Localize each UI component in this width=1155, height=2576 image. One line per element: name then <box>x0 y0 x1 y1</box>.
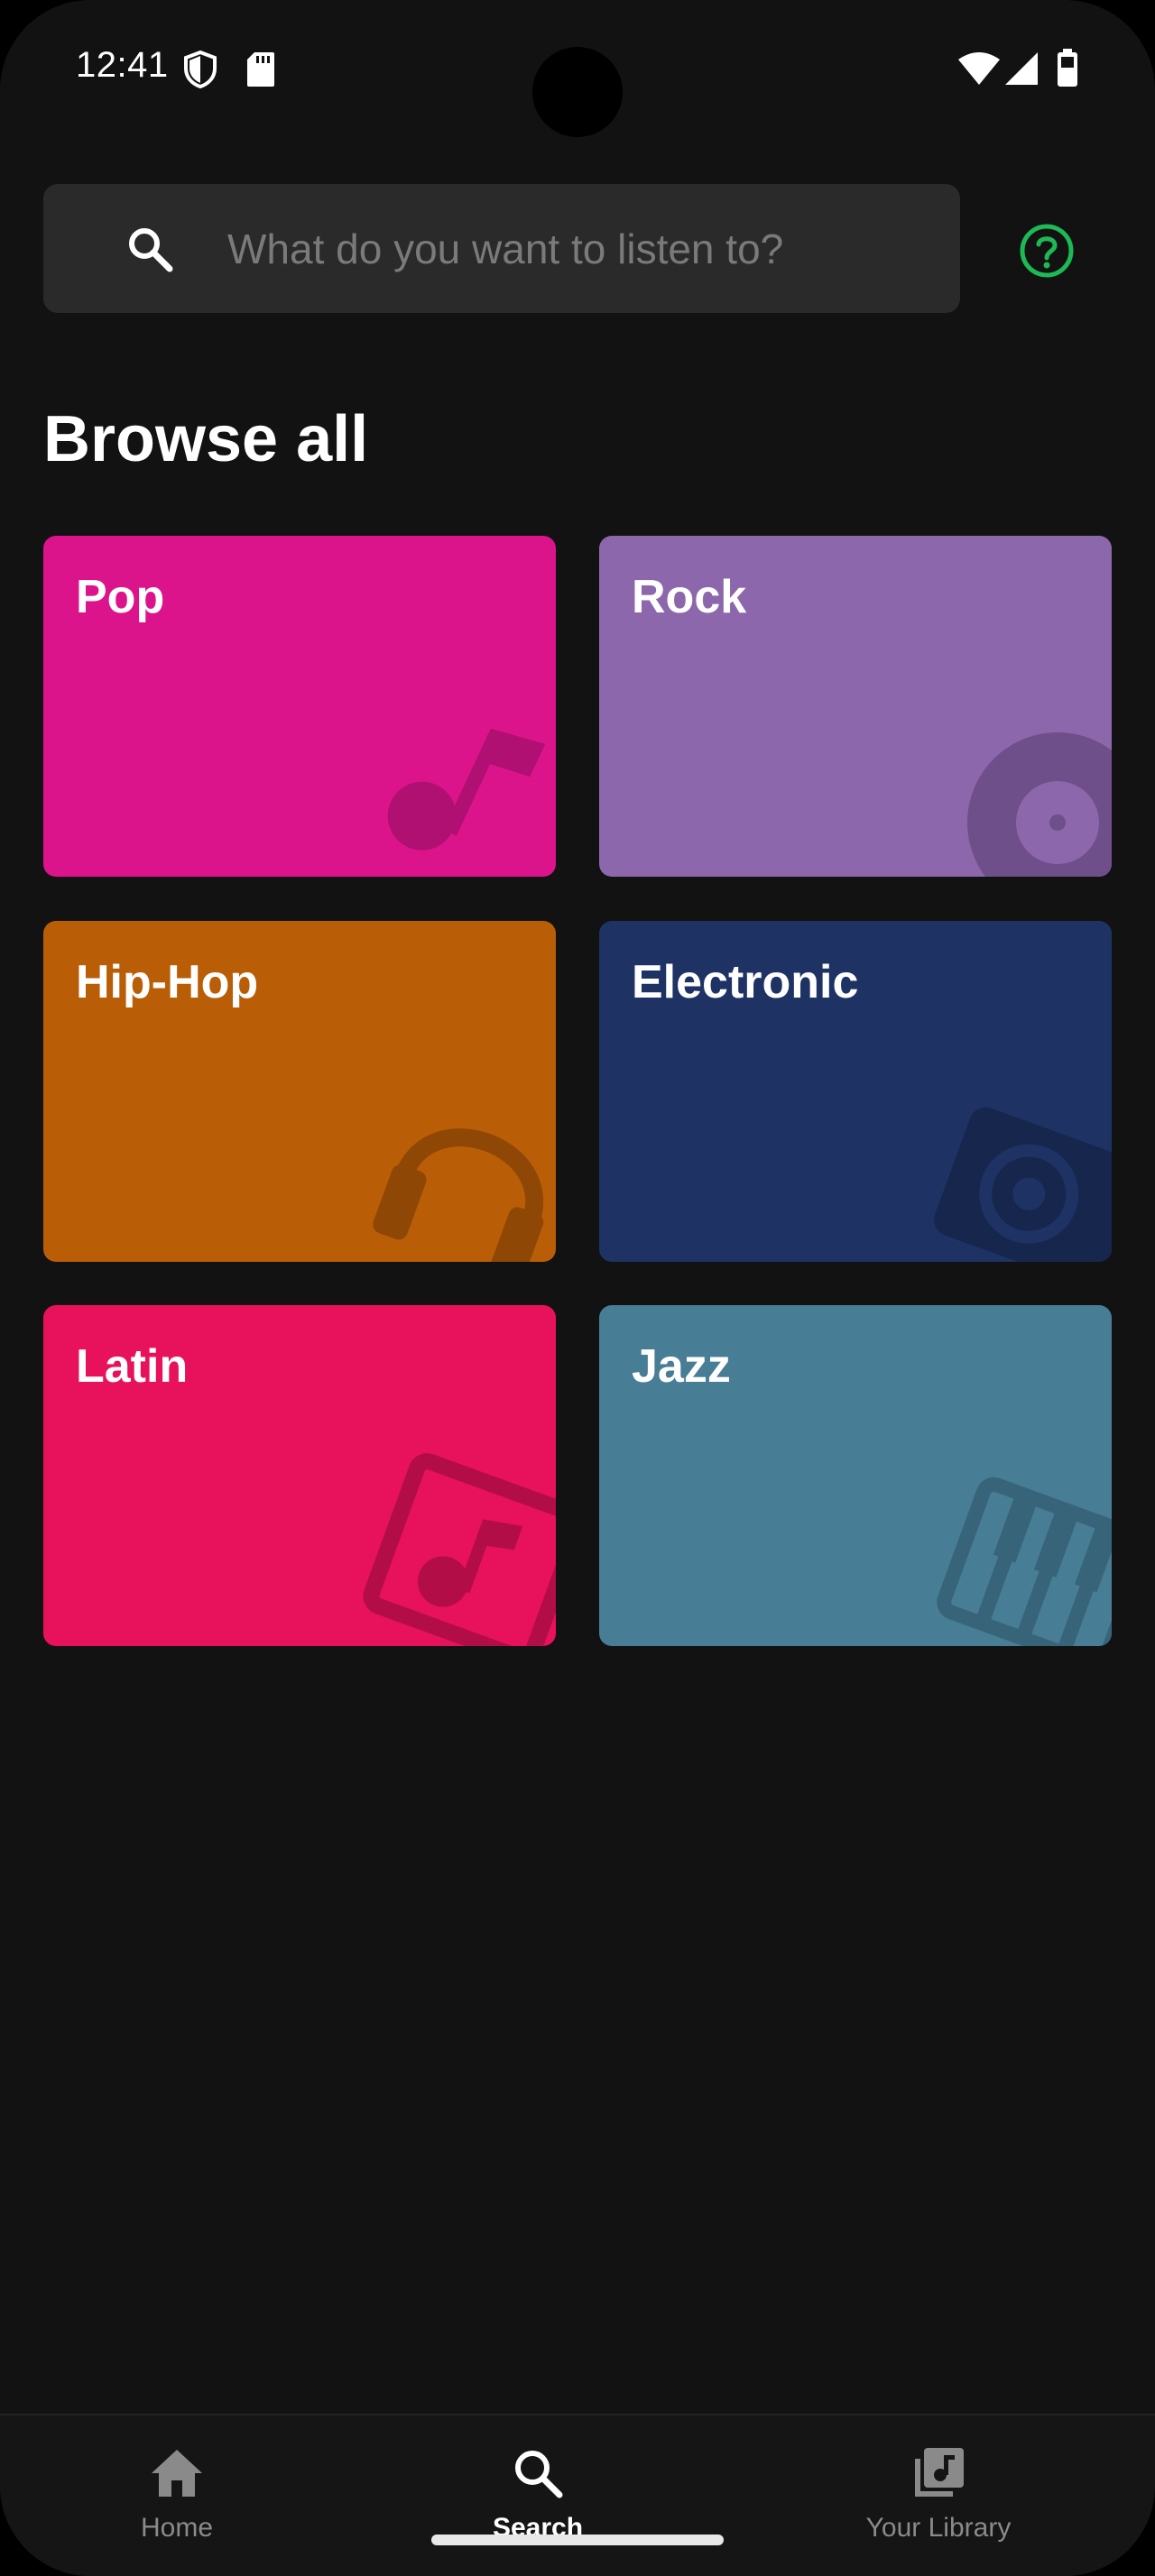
status-time: 12:41 <box>76 45 169 85</box>
battery-icon <box>1058 49 1077 87</box>
wifi-icon <box>958 52 1000 85</box>
genre-card-latin[interactable]: Latin <box>43 1305 556 1646</box>
nav-item-your-library[interactable]: Your Library <box>803 2415 1074 2576</box>
cell-signal-icon <box>1005 52 1038 85</box>
genre-label: Electronic <box>632 956 859 1008</box>
genre-card-electronic[interactable]: Electronic <box>599 921 1112 1262</box>
music-note-icon <box>387 728 546 851</box>
genre-card-hip-hop[interactable]: Hip-Hop <box>43 921 556 1262</box>
genre-label: Jazz <box>632 1340 731 1393</box>
bottom-navigation: Home Search Your Library <box>0 2414 1155 2576</box>
browse-all-heading: Browse all <box>43 403 369 475</box>
genre-card-pop[interactable]: Pop <box>43 536 556 877</box>
library-icon <box>915 2448 964 2497</box>
home-icon <box>152 2450 202 2497</box>
nav-label: Your Library <box>865 2513 1012 2543</box>
nav-item-home[interactable]: Home <box>42 2415 312 2576</box>
search-bar[interactable] <box>43 184 960 313</box>
app-screen: 12:41 What do you want to listen to? Bro… <box>0 0 1155 2576</box>
search-input[interactable] <box>184 184 942 313</box>
vinyl-record-icon <box>967 732 1112 877</box>
search-icon <box>129 228 173 272</box>
genre-label: Rock <box>632 571 747 623</box>
help-button[interactable] <box>1018 222 1076 280</box>
genre-label: Latin <box>76 1340 189 1393</box>
sd-card-icon <box>247 52 274 87</box>
nav-item-search[interactable]: Search <box>402 2415 673 2576</box>
genre-label: Hip-Hop <box>76 956 259 1008</box>
music-album-icon <box>363 1453 556 1646</box>
genre-card-jazz[interactable]: Jazz <box>599 1305 1112 1646</box>
genre-label: Pop <box>76 571 165 623</box>
nav-label: Home <box>140 2513 214 2543</box>
gesture-handle[interactable] <box>431 2535 724 2545</box>
camera-cutout <box>532 47 623 137</box>
headphones-icon <box>373 1128 544 1262</box>
speaker-icon <box>934 1107 1112 1262</box>
piano-keys-icon <box>937 1477 1112 1646</box>
status-bar: 12:41 <box>0 0 1155 137</box>
shield-icon <box>184 51 217 88</box>
genre-card-rock[interactable]: Rock <box>599 536 1112 877</box>
search-icon <box>515 2451 563 2498</box>
